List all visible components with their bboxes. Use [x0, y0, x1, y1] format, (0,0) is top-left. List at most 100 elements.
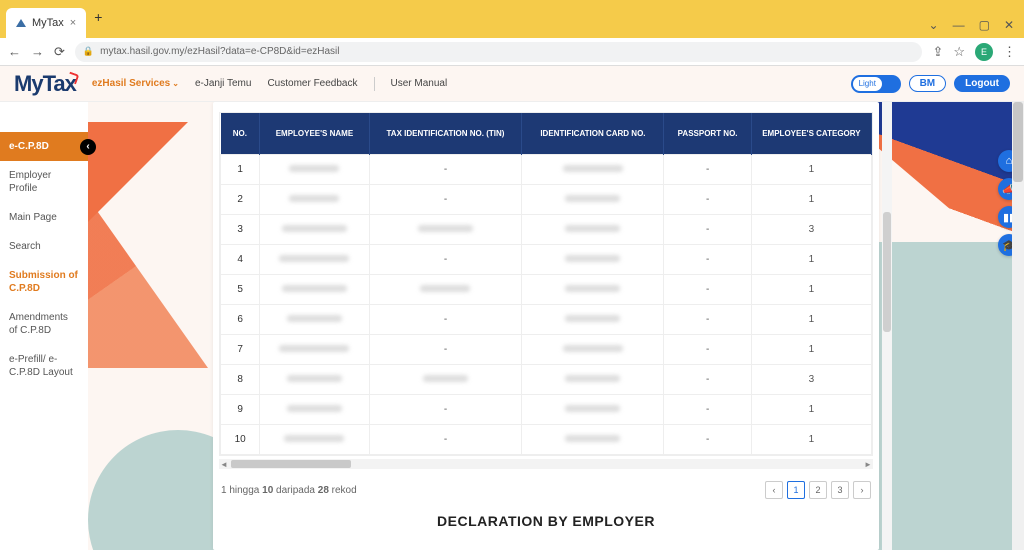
- table-cell: 7: [221, 335, 260, 365]
- close-tab-icon[interactable]: ×: [70, 17, 76, 29]
- table-cell: -: [664, 155, 751, 185]
- profile-avatar[interactable]: E: [975, 43, 993, 61]
- sidebar-item-4[interactable]: Amendments of C.P.8D: [0, 303, 88, 345]
- table-cell: 1: [751, 395, 871, 425]
- page-button[interactable]: 1: [787, 481, 805, 499]
- header-link-ejanji[interactable]: e-Janji Temu: [195, 78, 252, 89]
- table-cell: 5: [221, 275, 260, 305]
- table-header: TAX IDENTIFICATION NO. (TIN): [369, 113, 522, 155]
- table-cell: [260, 305, 369, 335]
- header-link-manual[interactable]: User Manual: [391, 78, 448, 89]
- forward-icon[interactable]: →: [31, 44, 44, 59]
- close-window-icon[interactable]: ✕: [1004, 18, 1014, 32]
- table-cell: [522, 275, 664, 305]
- table-cell: [369, 365, 522, 395]
- table-cell: 3: [751, 365, 871, 395]
- minimize-icon[interactable]: —: [953, 18, 965, 32]
- sidebar-item-1[interactable]: Main Page: [0, 203, 88, 232]
- mytax-logo[interactable]: MyTax: [14, 71, 76, 97]
- table-cell: -: [369, 245, 522, 275]
- logout-button[interactable]: Logout: [954, 75, 1010, 92]
- table-row: 4--1: [221, 245, 872, 275]
- page-button[interactable]: 2: [809, 481, 827, 499]
- header-link-feedback[interactable]: Customer Feedback: [267, 78, 357, 89]
- table-cell: -: [664, 425, 751, 455]
- table-cell: -: [369, 335, 522, 365]
- chevron-down-icon[interactable]: ⌄: [929, 18, 939, 32]
- sidebar-item-2[interactable]: Search: [0, 232, 88, 261]
- sidebar: e-C.P.8D ‹ Employer ProfileMain PageSear…: [0, 102, 88, 550]
- table-cell: 1: [751, 335, 871, 365]
- table-cell: -: [664, 365, 751, 395]
- table-cell: [522, 245, 664, 275]
- content-scrollbar[interactable]: [882, 102, 892, 550]
- browser-tab-strip: MyTax × + ⌄ — ▢ ✕: [0, 0, 1024, 38]
- new-tab-button[interactable]: +: [94, 9, 102, 25]
- sidebar-item-5[interactable]: e-Prefill/ e-C.P.8D Layout: [0, 345, 88, 387]
- table-cell: 10: [221, 425, 260, 455]
- table-cell: -: [664, 395, 751, 425]
- table-row: 3-3: [221, 215, 872, 245]
- table-cell: -: [664, 245, 751, 275]
- table-horizontal-scrollbar[interactable]: ◄ ►: [219, 459, 873, 469]
- table-cell: 8: [221, 365, 260, 395]
- sidebar-item-0[interactable]: Employer Profile: [0, 161, 88, 203]
- table-cell: [522, 395, 664, 425]
- star-icon[interactable]: ☆: [953, 44, 965, 60]
- browser-scrollbar[interactable]: [1012, 102, 1024, 550]
- table-cell: -: [664, 305, 751, 335]
- table-cell: [260, 395, 369, 425]
- table-cell: 3: [751, 215, 871, 245]
- table-row: 5-1: [221, 275, 872, 305]
- table-cell: 1: [751, 155, 871, 185]
- page-button[interactable]: ›: [853, 481, 871, 499]
- table-cell: -: [664, 335, 751, 365]
- table-cell: [369, 215, 522, 245]
- table-cell: [522, 365, 664, 395]
- scrollbar-thumb[interactable]: [231, 460, 351, 468]
- sidebar-section-ecp8d[interactable]: e-C.P.8D ‹: [0, 132, 88, 161]
- page-button[interactable]: ‹: [765, 481, 783, 499]
- declaration-heading: DECLARATION BY EMPLOYER: [213, 513, 879, 529]
- table-cell: 1: [751, 185, 871, 215]
- table-header: PASSPORT NO.: [664, 113, 751, 155]
- table-cell: 4: [221, 245, 260, 275]
- table-row: 1--1: [221, 155, 872, 185]
- theme-toggle[interactable]: Light: [851, 75, 901, 93]
- table-cell: [522, 155, 664, 185]
- table-cell: -: [369, 425, 522, 455]
- table-cell: [260, 215, 369, 245]
- share-icon[interactable]: ⇪: [932, 44, 943, 60]
- page-button[interactable]: 3: [831, 481, 849, 499]
- sidebar-item-3[interactable]: Submission of C.P.8D: [0, 261, 88, 303]
- scroll-right-icon[interactable]: ►: [863, 460, 873, 469]
- table-row: 10--1: [221, 425, 872, 455]
- maximize-icon[interactable]: ▢: [979, 18, 990, 32]
- reload-icon[interactable]: ⟳: [54, 44, 65, 60]
- table-cell: 6: [221, 305, 260, 335]
- url-text: mytax.hasil.gov.my/ezHasil?data=e-CP8D&i…: [100, 46, 339, 57]
- table-cell: [260, 245, 369, 275]
- table-cell: 1: [751, 245, 871, 275]
- table-cell: -: [664, 185, 751, 215]
- scroll-left-icon[interactable]: ◄: [219, 460, 229, 469]
- table-cell: 1: [751, 425, 871, 455]
- kebab-menu-icon[interactable]: ⋮: [1003, 44, 1016, 60]
- table-row: 6--1: [221, 305, 872, 335]
- pagination: ‹123›: [765, 481, 871, 499]
- sidebar-collapse-icon[interactable]: ‹: [80, 139, 96, 155]
- table-cell: 1: [751, 275, 871, 305]
- table-row: 2--1: [221, 185, 872, 215]
- table-cell: [260, 335, 369, 365]
- ezhasil-services-menu[interactable]: ezHasil Services⌄: [92, 78, 179, 89]
- table-cell: -: [369, 185, 522, 215]
- language-button[interactable]: BM: [909, 75, 947, 92]
- url-input[interactable]: 🔒 mytax.hasil.gov.my/ezHasil?data=e-CP8D…: [75, 42, 923, 62]
- tab-title: MyTax: [32, 17, 64, 29]
- table-cell: -: [369, 395, 522, 425]
- table-cell: 2: [221, 185, 260, 215]
- table-cell: [522, 335, 664, 365]
- browser-tab[interactable]: MyTax ×: [6, 8, 86, 38]
- back-icon[interactable]: ←: [8, 44, 21, 59]
- table-row: 8 -3: [221, 365, 872, 395]
